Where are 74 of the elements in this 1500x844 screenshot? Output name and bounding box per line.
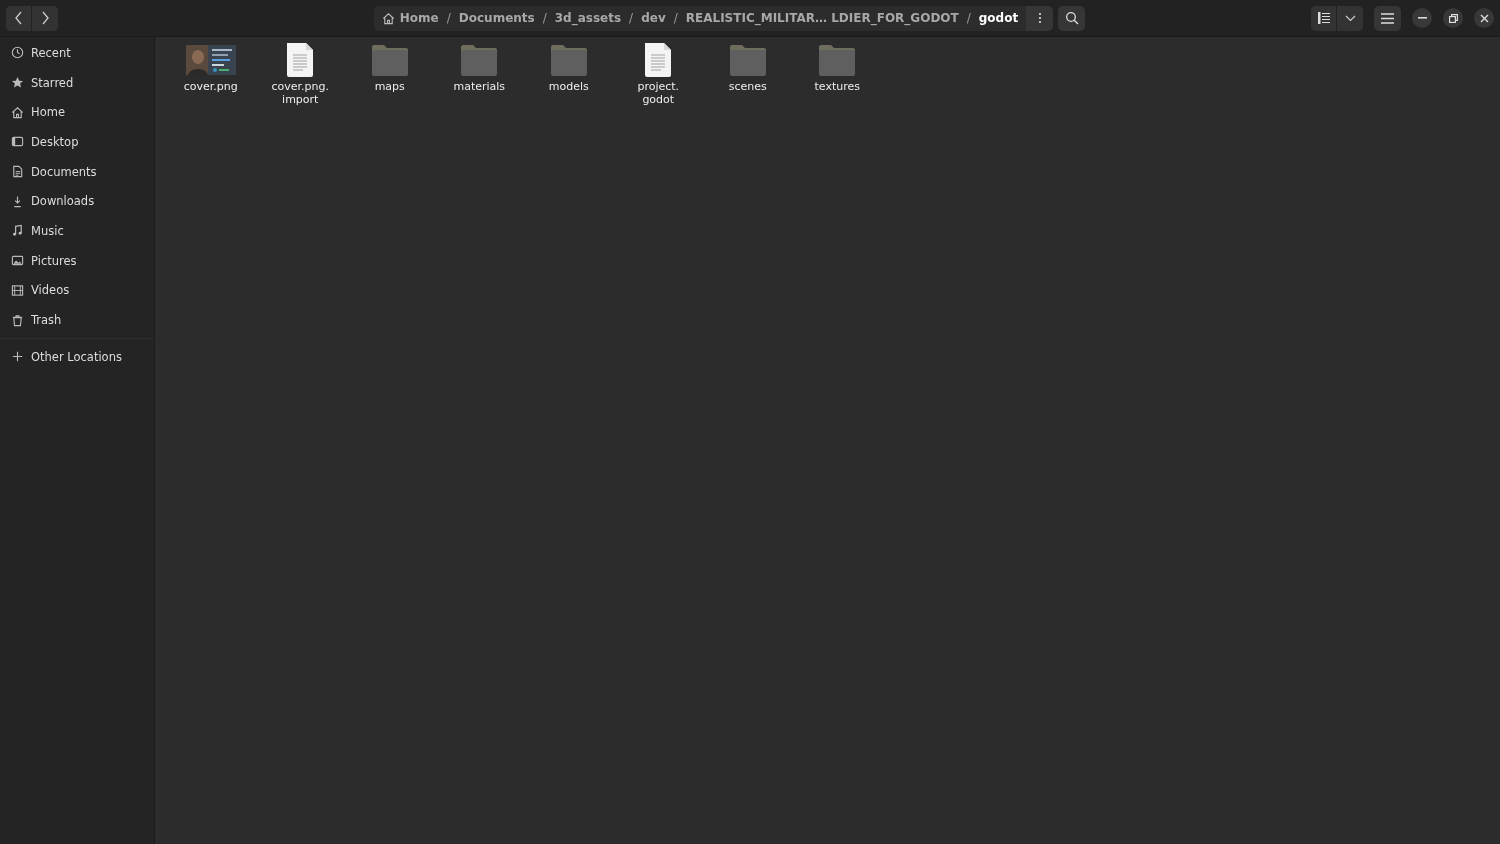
file-name: textures <box>814 80 860 93</box>
search-icon <box>1064 11 1079 25</box>
chevron-down-icon <box>1344 14 1356 22</box>
back-button[interactable] <box>6 5 32 31</box>
file-name: project.godot <box>637 80 680 106</box>
sidebar-item[interactable]: Pictures <box>0 245 154 276</box>
folder-icon <box>370 42 409 78</box>
file-item[interactable]: project.godot <box>613 42 703 106</box>
folder-icon <box>460 42 499 78</box>
search-button[interactable] <box>1058 5 1086 31</box>
sidebar-item[interactable]: Videos <box>0 275 154 306</box>
file-name: scenes <box>728 80 767 93</box>
sidebar-item[interactable]: Downloads <box>0 186 154 217</box>
chevron-right-icon <box>40 11 50 25</box>
trash-icon <box>11 313 24 327</box>
restore-icon <box>1448 13 1458 23</box>
path-segment[interactable]: dev <box>641 11 666 25</box>
file-item[interactable]: maps <box>345 42 435 93</box>
file-item[interactable]: scenes <box>703 42 793 93</box>
file-item[interactable]: materials <box>434 42 524 93</box>
folder-icon <box>728 42 767 78</box>
minimize-button[interactable] <box>1412 8 1432 28</box>
star-icon <box>11 76 24 90</box>
path-separator: / <box>673 11 678 25</box>
download-icon <box>11 194 24 208</box>
close-icon <box>1479 13 1489 23</box>
film-icon <box>11 283 24 297</box>
home-icon <box>11 105 24 119</box>
sidebar-item[interactable]: Desktop <box>0 127 154 157</box>
minimize-icon <box>1417 17 1427 19</box>
document-icon <box>11 165 24 179</box>
folder-icon <box>818 42 857 78</box>
picture-icon <box>11 254 24 268</box>
path-segment[interactable]: REALISTIC_MILITAR… LDIER_FOR_GODOT <box>685 11 959 25</box>
path-segment[interactable]: Documents <box>458 11 535 25</box>
file-name: materials <box>453 80 506 93</box>
menu-button[interactable] <box>1374 5 1401 31</box>
sidebar-item[interactable]: Recent <box>0 38 154 68</box>
home-icon <box>381 11 395 25</box>
sidebar-item[interactable]: Starred <box>0 67 154 98</box>
path-separator: / <box>542 11 547 25</box>
path-segment[interactable]: godot <box>978 11 1019 25</box>
list-icon <box>1317 12 1330 24</box>
document-icon <box>285 42 316 78</box>
list-view-button[interactable] <box>1311 5 1337 31</box>
menu-icon <box>1381 12 1394 24</box>
sidebar-item[interactable]: Music <box>0 216 154 246</box>
close-button[interactable] <box>1474 8 1494 28</box>
clock-icon <box>11 46 24 60</box>
sidebar-item[interactable]: Other Locations <box>0 341 154 372</box>
path-segment[interactable]: 3d_assets <box>554 11 622 25</box>
chevron-left-icon <box>13 11 24 25</box>
path-separator: / <box>629 11 634 25</box>
sidebar-item[interactable]: Documents <box>0 156 154 187</box>
file-item[interactable]: cover.png.import <box>255 42 345 106</box>
file-name: models <box>548 80 589 93</box>
file-item[interactable]: models <box>524 42 614 93</box>
path-separator: / <box>966 11 971 25</box>
path-separator: / <box>446 11 451 25</box>
restore-button[interactable] <box>1443 8 1463 28</box>
path-segment[interactable]: Home <box>381 11 439 25</box>
plus-icon <box>11 350 24 364</box>
desktop-icon <box>11 135 24 149</box>
sidebar-item[interactable]: Home <box>0 97 154 128</box>
file-name: cover.png <box>183 80 238 93</box>
file-item[interactable]: textures <box>792 42 882 93</box>
file-item[interactable]: cover.png <box>166 42 256 93</box>
sidebar-item[interactable]: Trash <box>0 305 154 335</box>
folder-icon <box>549 42 588 78</box>
file-name: cover.png.import <box>271 80 329 106</box>
file-name: maps <box>374 80 405 93</box>
vertical-dots-icon <box>1037 12 1042 24</box>
document-icon <box>643 42 674 78</box>
music-icon <box>11 224 24 238</box>
